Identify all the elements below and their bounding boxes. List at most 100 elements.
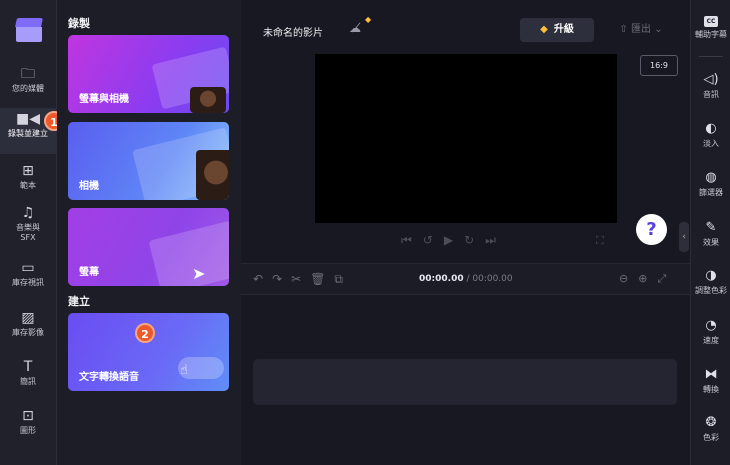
rewind-icon[interactable]: ↺ xyxy=(423,233,444,247)
sidebar-item-adjust-colors[interactable]: ◑ 調整色彩 xyxy=(691,268,730,296)
delete-trash-icon[interactable]: 🗑 xyxy=(310,272,334,286)
card-label: 相機 xyxy=(79,181,99,192)
split-scissors-icon[interactable]: ✂ xyxy=(291,272,310,286)
divider xyxy=(699,56,723,57)
collapse-properties-button[interactable]: ‹ xyxy=(679,222,689,252)
audio-icon: ◁) xyxy=(703,72,719,87)
sidebar-label: 音訊 xyxy=(703,90,719,99)
nav-item-music-sfx[interactable]: ♫ 音樂與SFX xyxy=(0,205,56,251)
color-palette-icon: ❂ xyxy=(705,415,717,430)
export-button[interactable]: ⇧ 匯出 ⌄ xyxy=(603,18,679,42)
sidebar-label: 淡入 xyxy=(703,139,719,148)
redo-icon[interactable]: ↷ xyxy=(272,272,291,286)
sidebar-label: 效果 xyxy=(703,238,719,247)
music-note-icon: ♫ xyxy=(21,205,35,221)
zoom-controls: ⊖⊕⤢ xyxy=(619,272,676,286)
image-icon: ▨ xyxy=(21,310,35,326)
export-label: 匯出 xyxy=(631,24,651,35)
sidebar-item-color[interactable]: ❂ 色彩 xyxy=(691,415,730,443)
diamond-icon: ◆ xyxy=(540,24,548,35)
hand-cursor-icon: ☝ xyxy=(180,363,188,378)
sidebar-label: 篩選器 xyxy=(699,188,723,197)
sidebar-item-effects[interactable]: ✎ 效果 xyxy=(691,220,730,248)
editor-topbar: 未命名的影片 ☁̸ ◆ ◆ 升級 ⇧ 匯出 ⌄ xyxy=(241,0,690,58)
video-preview xyxy=(315,54,617,223)
timeline-tools: ↶↷✂🗑⧉ xyxy=(253,272,352,287)
timecode-total: / 00:00.00 xyxy=(466,274,513,284)
play-icon[interactable]: ▶ xyxy=(444,233,464,247)
section-heading-record: 錄製 xyxy=(68,17,90,30)
cloud-sync-off-icon[interactable]: ☁̸ xyxy=(349,21,361,35)
film-icon: ▭ xyxy=(21,260,35,276)
zoom-in-icon[interactable]: ⊕ xyxy=(638,272,657,285)
sidebar-item-captions[interactable]: CC 輔助字幕 xyxy=(691,16,730,40)
nav-label: 音樂與SFX xyxy=(16,223,40,242)
timecode: 00:00.00 / 00:00.00 xyxy=(419,274,513,284)
nav-item-graphics[interactable]: ⊡ 圖形 xyxy=(0,408,56,442)
timeline-track[interactable] xyxy=(253,359,677,405)
filter-icon: ◍ xyxy=(705,170,717,185)
card-label: 文字轉換語音 xyxy=(79,372,139,383)
timeline-toolbar: ↶↷✂🗑⧉ 00:00.00 / 00:00.00 ⊖⊕⤢ xyxy=(241,263,690,295)
fade-icon: ◐ xyxy=(705,121,717,136)
left-navigation: 🗀 您的媒體 ■◀ 錄製並建立 1 ⊞ 範本 ♫ 音樂與SFX ▭ 庫存視訊 ▨… xyxy=(0,0,64,465)
nav-item-stock-video[interactable]: ▭ 庫存視訊 xyxy=(0,260,56,294)
sidebar-item-filters[interactable]: ◍ 篩選器 xyxy=(691,170,730,198)
help-button[interactable]: ? xyxy=(636,214,667,245)
nav-item-templates[interactable]: ⊞ 範本 xyxy=(0,163,56,197)
nav-item-text[interactable]: T 簡訊 xyxy=(0,359,56,393)
record-create-panel: 錄製 螢幕與相機 相機 ➤ 螢幕 建立 ☝ 文字轉換語音 2 xyxy=(57,0,241,465)
editor-area: 未命名的影片 ☁̸ ◆ ◆ 升級 ⇧ 匯出 ⌄ 16:9 ⏮↺▶↻⏭ ⛶ ? ↶↷… xyxy=(241,0,690,465)
nav-label: 圖形 xyxy=(20,426,36,435)
nav-label: 簡訊 xyxy=(20,377,36,386)
adjust-colors-icon: ◑ xyxy=(705,268,717,283)
skip-forward-icon[interactable]: ⏭ xyxy=(485,233,507,247)
card-screen[interactable]: ➤ 螢幕 xyxy=(68,208,229,286)
skip-back-icon[interactable]: ⏮ xyxy=(401,233,423,247)
forward-icon[interactable]: ↻ xyxy=(464,233,485,247)
sidebar-label: 色彩 xyxy=(703,433,719,442)
zoom-out-icon[interactable]: ⊖ xyxy=(619,272,638,285)
section-heading-create: 建立 xyxy=(68,295,90,308)
nav-item-your-media[interactable]: 🗀 您的媒體 xyxy=(0,64,56,98)
sidebar-item-speed[interactable]: ◔ 速度 xyxy=(691,318,730,346)
nav-label: 錄製並建立 xyxy=(8,129,48,138)
clipchamp-logo-icon[interactable] xyxy=(15,18,43,42)
captions-icon: CC xyxy=(704,16,718,27)
undo-icon[interactable]: ↶ xyxy=(253,272,272,286)
chevron-down-icon: ⌄ xyxy=(654,24,663,35)
sidebar-item-fade[interactable]: ◐ 淡入 xyxy=(691,121,730,149)
upload-icon: ⇧ xyxy=(619,24,628,35)
timecode-current: 00:00.00 xyxy=(419,274,464,284)
sidebar-label: 調整色彩 xyxy=(695,286,727,295)
effects-wand-icon: ✎ xyxy=(705,220,717,235)
card-camera[interactable]: 相機 xyxy=(68,122,229,200)
sidebar-item-transitions[interactable]: ⧓ 轉換 xyxy=(691,367,730,395)
step-badge-2: 2 xyxy=(135,323,155,343)
sidebar-label: 轉換 xyxy=(703,385,719,394)
speed-icon: ◔ xyxy=(705,318,717,333)
cursor-arrow-icon: ➤ xyxy=(192,264,206,283)
premium-gem-icon: ◆ xyxy=(365,15,372,24)
fit-expand-icon[interactable]: ⤢ xyxy=(657,272,676,285)
template-icon: ⊞ xyxy=(22,163,34,179)
nav-item-stock-images[interactable]: ▨ 庫存影像 xyxy=(0,310,56,344)
presenter-thumbnail xyxy=(196,150,229,200)
duplicate-icon[interactable]: ⧉ xyxy=(334,272,352,286)
upgrade-label: 升級 xyxy=(553,24,574,35)
aspect-ratio-button[interactable]: 16:9 xyxy=(640,55,678,76)
nav-label: 範本 xyxy=(20,181,36,190)
nav-label: 庫存影像 xyxy=(12,328,44,337)
transition-icon: ⧓ xyxy=(704,367,718,382)
folder-icon: 🗀 xyxy=(21,66,35,82)
card-label: 螢幕與相機 xyxy=(79,94,129,105)
properties-sidebar: CC 輔助字幕 ◁) 音訊 ◐ 淡入 ◍ 篩選器 ✎ 效果 ◑ 調整色彩 ◔ 速… xyxy=(690,0,730,465)
project-title[interactable]: 未命名的影片 xyxy=(263,24,323,39)
fullscreen-icon[interactable]: ⛶ xyxy=(596,234,604,248)
sidebar-item-audio[interactable]: ◁) 音訊 xyxy=(691,72,730,100)
nav-label: 您的媒體 xyxy=(12,84,44,93)
card-screen-and-camera[interactable]: 螢幕與相機 xyxy=(68,35,229,113)
playback-controls: ⏮↺▶↻⏭ xyxy=(401,233,507,248)
upgrade-button[interactable]: ◆ 升級 xyxy=(520,18,594,42)
text-icon: T xyxy=(23,359,33,375)
